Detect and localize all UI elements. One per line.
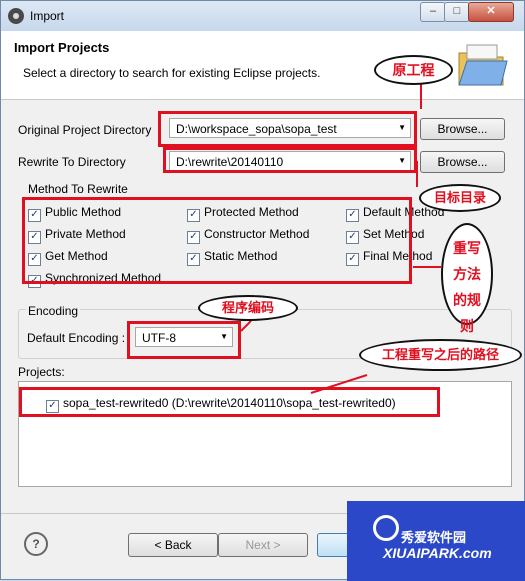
eclipse-icon — [8, 8, 24, 24]
annotation-original: 原工程 — [374, 55, 453, 85]
rewrite-highlight — [163, 147, 417, 173]
title-bar: Import – □ ✕ — [1, 1, 524, 31]
annotation-rules: 重写方法的规则 — [441, 223, 493, 334]
watermark: 秀爱软件园 XIUAIPARK.com — [347, 501, 525, 581]
import-dialog: Import – □ ✕ Import Projects Select a di… — [0, 0, 525, 581]
watermark-line1: 秀爱软件园 — [401, 530, 467, 545]
encoding-group-label: Encoding — [26, 304, 81, 318]
back-button[interactable]: < Back — [128, 533, 218, 557]
help-icon[interactable]: ? — [24, 532, 48, 556]
original-directory-label: Original Project Directory — [18, 123, 152, 137]
annotation-target: 目标目录 — [419, 184, 501, 212]
rewrite-directory-label: Rewrite To Directory — [18, 155, 126, 169]
original-highlight — [158, 111, 417, 147]
projects-label: Projects: — [18, 365, 65, 379]
methods-highlight — [22, 197, 412, 284]
minimize-button[interactable]: – — [420, 2, 446, 22]
annotation-encoding: 程序编码 — [198, 295, 298, 321]
next-button[interactable]: Next > — [218, 533, 308, 557]
watermark-line2: XIUAIPARK.com — [383, 545, 492, 561]
rewrite-browse-button[interactable]: Browse... — [420, 151, 505, 173]
method-group-label: Method To Rewrite — [28, 182, 128, 196]
project-highlight — [19, 387, 440, 417]
original-browse-button[interactable]: Browse... — [420, 118, 505, 140]
encoding-highlight — [127, 321, 241, 359]
close-button[interactable]: ✕ — [468, 2, 514, 22]
annotation-path: 工程重写之后的路径 — [359, 339, 522, 371]
page-subtitle: Select a directory to search for existin… — [23, 66, 321, 80]
logo-icon — [373, 515, 399, 541]
window-title: Import — [30, 9, 65, 23]
folder-icon — [458, 44, 508, 86]
page-title: Import Projects — [14, 40, 110, 55]
default-encoding-label: Default Encoding : — [27, 331, 126, 345]
maximize-button[interactable]: □ — [444, 2, 470, 22]
